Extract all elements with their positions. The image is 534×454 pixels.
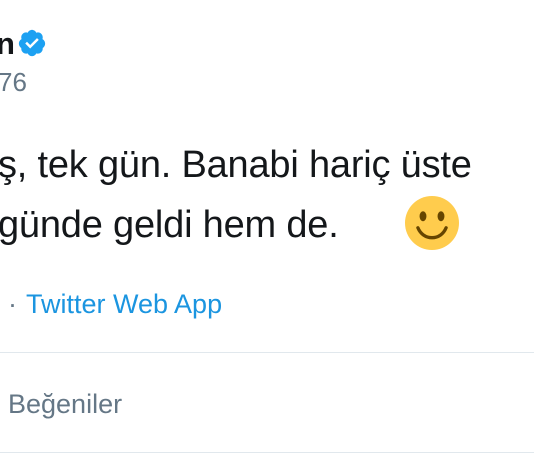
likes-label[interactable]: Beğeniler xyxy=(8,386,122,422)
author-handle[interactable]: 76 xyxy=(0,66,27,98)
source-app-link[interactable]: Twitter Web App xyxy=(26,289,222,319)
tweet-source: · Twitter Web App xyxy=(8,286,222,322)
divider xyxy=(0,352,534,353)
tweet-text-line: günde geldi hem de. xyxy=(0,204,339,246)
tweet-text-line: ş, tek gün. Banabi hariç üste xyxy=(0,144,472,186)
tweet-detail: n 76 ş, tek gün. Banabi hariç üste günde… xyxy=(0,0,534,454)
divider xyxy=(0,452,534,453)
source-separator: · xyxy=(8,289,17,319)
author-name[interactable]: n xyxy=(0,24,15,64)
slightly-smiling-face-icon xyxy=(405,196,459,250)
verified-badge-icon xyxy=(18,29,46,57)
